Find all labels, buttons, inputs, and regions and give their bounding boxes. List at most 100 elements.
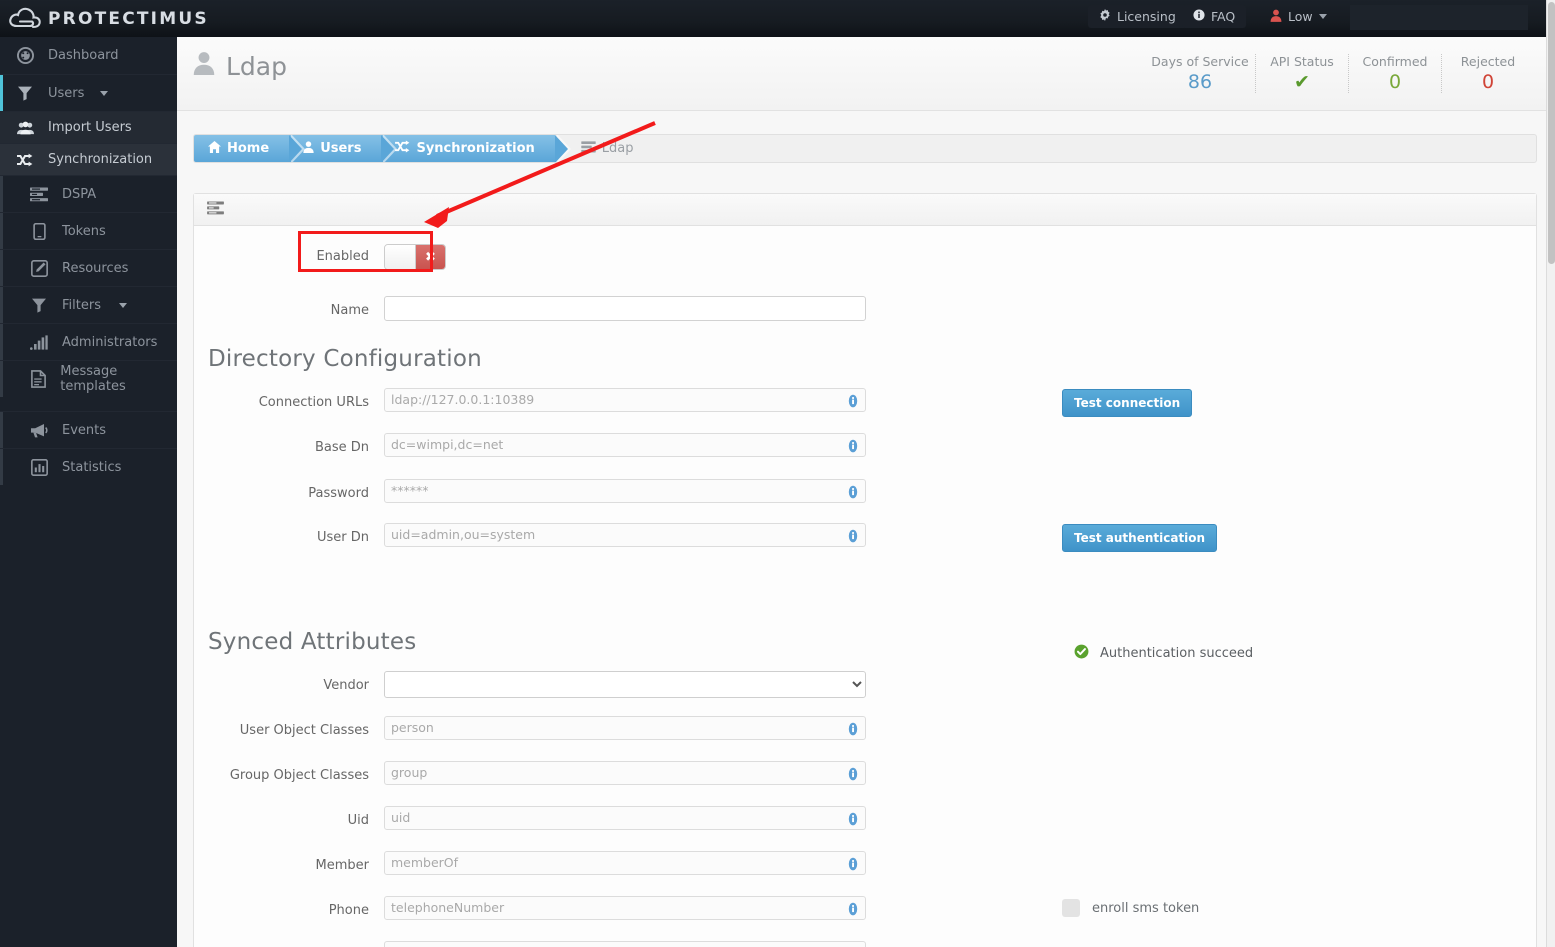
sidebar-item-resources[interactable]: Resources (0, 249, 177, 286)
cloud-logo-icon (8, 6, 42, 32)
home-icon (208, 140, 221, 157)
sidebar-item-message-templates[interactable]: Message templates (0, 360, 177, 397)
stat-value: 0 (1388, 71, 1402, 93)
password-input[interactable]: ****** (384, 479, 866, 503)
sidebar-item-filters[interactable]: Filters (0, 286, 177, 323)
member-input[interactable]: memberOf (384, 851, 866, 875)
sidebar-navigation: Dashboard Users Import Users Synchroniza… (0, 37, 177, 947)
info-icon[interactable] (846, 393, 860, 408)
group-object-classes-input[interactable]: group (384, 761, 866, 785)
phone-label: Phone (328, 903, 369, 918)
enroll-sms-token-label: enroll sms token (1092, 900, 1200, 916)
stat-label: API Status (1270, 54, 1334, 69)
sidebar-item-label: DSPA (62, 186, 97, 202)
stat-api-status: API Status ✔ (1255, 54, 1348, 93)
panel-header (194, 194, 1536, 226)
enabled-row: Enabled ✖ (194, 244, 1536, 296)
breadcrumb-label: Ldap (601, 141, 634, 156)
authentication-status: Authentication succeed (1074, 644, 1253, 663)
shuffle-icon (14, 153, 36, 167)
info-icon[interactable] (846, 721, 860, 736)
info-icon[interactable] (846, 766, 860, 781)
name-row: Name (194, 296, 1536, 346)
server-list-icon (207, 200, 224, 219)
vendor-select[interactable] (384, 671, 866, 698)
test-authentication-button[interactable]: Test authentication (1062, 524, 1218, 552)
email-input[interactable]: mail (384, 941, 866, 947)
cross-icon: ✖ (416, 245, 445, 269)
page-title-text: Ldap (226, 51, 287, 81)
breadcrumb-item-home[interactable]: Home (194, 135, 306, 162)
enroll-sms-token-checkbox[interactable] (1062, 899, 1080, 917)
licensing-label: Licensing (1117, 9, 1176, 24)
brand-logo[interactable]: PROTECTIMUS (8, 2, 209, 35)
edit-square-icon (28, 259, 50, 277)
member-row: Member memberOf (194, 851, 1536, 896)
licensing-button[interactable]: Licensing (1088, 5, 1187, 28)
gear-icon (1099, 9, 1111, 24)
info-icon[interactable] (846, 856, 860, 871)
sidebar-item-dashboard[interactable]: Dashboard (0, 37, 177, 74)
synced-attributes-title: Synced Attributes (208, 629, 417, 655)
vertical-scrollbar[interactable] (1546, 0, 1555, 947)
enabled-toggle[interactable]: ✖ (384, 244, 446, 270)
scrollbar-thumb[interactable] (1548, 2, 1555, 264)
breadcrumb-label: Synchronization (416, 141, 535, 156)
field-placeholder: dc=wimpi,dc=net (391, 437, 504, 452)
stat-value: ✔ (1294, 71, 1310, 93)
info-icon[interactable] (846, 901, 860, 916)
user-menu-button[interactable]: Low (1262, 5, 1335, 28)
stat-value: 0 (1481, 71, 1495, 93)
field-placeholder: ****** (391, 483, 429, 498)
info-icon (1193, 9, 1205, 24)
vendor-label: Vendor (323, 678, 369, 693)
email-row: Email mail (194, 941, 1536, 947)
user-object-classes-input[interactable]: person (384, 716, 866, 740)
breadcrumb-item-synchronization[interactable]: Synchronization (381, 135, 572, 162)
topbar-empty-panel (1350, 5, 1528, 30)
password-label: Password (308, 486, 369, 501)
test-connection-button[interactable]: Test connection (1062, 389, 1193, 417)
info-icon[interactable] (846, 484, 860, 499)
uid-input[interactable]: uid (384, 806, 866, 830)
sidebar-item-label: Message templates (60, 364, 126, 394)
info-icon[interactable] (846, 528, 860, 543)
member-label: Member (315, 858, 369, 873)
field-placeholder: group (391, 765, 428, 780)
field-placeholder: ldap://127.0.0.1:10389 (391, 392, 535, 407)
connection-urls-input[interactable]: ldap://127.0.0.1:10389 (384, 388, 866, 412)
directory-configuration-title: Directory Configuration (208, 346, 482, 372)
sidebar-item-administrators[interactable]: Administrators (0, 323, 177, 360)
group-object-classes-label: Group Object Classes (229, 768, 369, 783)
info-icon[interactable] (846, 438, 860, 453)
user-dn-row: User Dn uid=admin,ou=system Test authent… (194, 523, 1536, 567)
name-label: Name (330, 303, 369, 318)
name-input[interactable] (384, 296, 866, 321)
sidebar-item-label: Import Users (48, 120, 132, 135)
brand-name: PROTECTIMUS (48, 8, 209, 29)
sidebar-item-dspa[interactable]: DSPA (0, 175, 177, 212)
base-dn-row: Base Dn dc=wimpi,dc=net (194, 433, 1536, 479)
user-object-classes-label: User Object Classes (239, 723, 369, 738)
user-icon (1270, 9, 1282, 25)
authentication-status-text: Authentication succeed (1100, 646, 1254, 661)
faq-label: FAQ (1211, 9, 1236, 24)
sidebar-item-synchronization[interactable]: Synchronization (0, 143, 177, 175)
group-object-classes-row: Group Object Classes group (194, 761, 1536, 806)
sidebar-item-users[interactable]: Users (0, 74, 177, 111)
main-content: Home Users Synchronization Ldap Enabled … (177, 111, 1546, 947)
field-placeholder: person (391, 720, 434, 735)
sidebar-item-label: Administrators (62, 334, 158, 350)
phone-input[interactable]: telephoneNumber (384, 896, 866, 920)
connection-urls-row: Connection URLs ldap://127.0.0.1:10389 T… (194, 388, 1536, 433)
sidebar-item-label: Events (62, 422, 107, 438)
sidebar-item-tokens[interactable]: Tokens (0, 212, 177, 249)
uid-label: Uid (347, 813, 369, 828)
info-icon[interactable] (846, 811, 860, 826)
sidebar-item-statistics[interactable]: Statistics (0, 448, 177, 485)
user-dn-input[interactable]: uid=admin,ou=system (384, 523, 866, 547)
base-dn-input[interactable]: dc=wimpi,dc=net (384, 433, 866, 457)
faq-button[interactable]: FAQ (1182, 5, 1247, 28)
sidebar-item-import-users[interactable]: Import Users (0, 111, 177, 143)
sidebar-item-events[interactable]: Events (0, 411, 177, 448)
